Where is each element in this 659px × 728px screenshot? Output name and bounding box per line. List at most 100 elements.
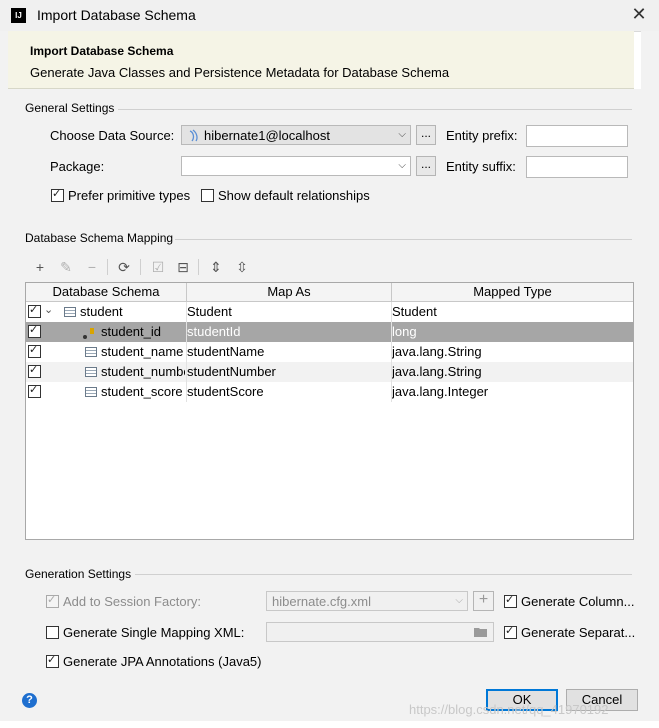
package-combo[interactable]: ⌵ (181, 156, 411, 176)
generate-separate-label: Generate Separat... (521, 625, 636, 640)
column-header-map-as[interactable]: Map As (187, 284, 391, 299)
map-as-cell[interactable]: studentId (187, 324, 387, 339)
column-divider (391, 302, 392, 402)
schema-mapping-table: Database Schema Map As Mapped Type ⌄ stu… (25, 282, 634, 540)
show-default-relationships-label: Show default relationships (218, 188, 370, 203)
chevron-down-icon[interactable]: ⌄ (44, 303, 53, 316)
generation-settings-title: Generation Settings (25, 567, 132, 581)
data-source-combo[interactable]: hibernate1@localhost ⌵ (181, 125, 411, 145)
generate-single-mapping-label: Generate Single Mapping XML: (63, 625, 245, 640)
map-as-cell[interactable]: studentScore (187, 384, 387, 399)
data-source-value: hibernate1@localhost (204, 128, 330, 143)
general-settings-separator (118, 109, 632, 110)
close-icon[interactable]: ✕ (629, 4, 649, 24)
table-row[interactable]: student_id studentId long (26, 322, 633, 342)
data-source-browse-button[interactable]: ... (416, 125, 436, 145)
row-checkbox[interactable] (28, 303, 41, 318)
add-icon[interactable]: + (32, 259, 48, 275)
mapping-separator (175, 239, 632, 240)
table-row[interactable]: student_number studentNumber java.lang.S… (26, 362, 633, 382)
table-icon (64, 307, 76, 317)
watermark: https://blog.csdn.net/qq_41970192 (409, 702, 609, 717)
entity-suffix-label: Entity suffix: (446, 159, 516, 174)
help-icon[interactable]: ? (22, 693, 37, 708)
chevron-down-icon: ⌵ (398, 160, 406, 171)
check-icon[interactable]: ☑ (150, 259, 166, 275)
generation-separator (135, 574, 632, 575)
folder-icon[interactable] (474, 627, 488, 638)
prefer-primitive-label: Prefer primitive types (68, 188, 191, 203)
column-icon (85, 387, 97, 397)
schema-name-cell: student_score (101, 384, 183, 399)
mapped-type-cell[interactable]: long (392, 324, 630, 339)
entity-suffix-input[interactable] (526, 156, 628, 178)
entity-prefix-input[interactable] (526, 125, 628, 147)
title-bar: IJ Import Database Schema ✕ (0, 0, 659, 32)
background-window-left (0, 31, 8, 721)
column-header-mapped-type[interactable]: Mapped Type (392, 284, 633, 299)
schema-name-cell: student_number (101, 364, 185, 379)
schema-name-cell: student_id (101, 324, 161, 339)
background-window-right (641, 31, 659, 721)
package-browse-button[interactable]: ... (416, 156, 436, 176)
header-subtitle: Generate Java Classes and Persistence Me… (30, 65, 450, 80)
row-checkbox[interactable] (28, 343, 41, 358)
collapse-all-icon[interactable]: ⇳ (234, 259, 250, 275)
remove-icon[interactable]: − (84, 259, 100, 275)
row-checkbox[interactable] (28, 323, 41, 338)
column-icon (85, 367, 97, 377)
column-icon (85, 347, 97, 357)
show-default-relationships-checkbox[interactable] (201, 189, 214, 202)
mapped-type-cell[interactable]: java.lang.String (392, 364, 630, 379)
window-title: Import Database Schema (37, 7, 196, 23)
add-factory-button[interactable]: + (473, 591, 494, 611)
dialog-header: Import Database Schema Generate Java Cla… (8, 31, 634, 89)
mapped-type-cell[interactable]: java.lang.Integer (392, 384, 630, 399)
session-factory-combo[interactable]: hibernate.cfg.xml ⌵ (266, 591, 468, 611)
row-checkbox[interactable] (28, 383, 41, 398)
chevron-down-icon: ⌵ (455, 595, 463, 606)
expand-all-icon[interactable]: ⇕ (208, 259, 224, 275)
toolbar-separator (140, 259, 141, 275)
column-header-database-schema[interactable]: Database Schema (26, 284, 186, 299)
primary-key-icon (83, 328, 94, 339)
mapping-section-title: Database Schema Mapping (25, 231, 174, 245)
entity-prefix-label: Entity prefix: (446, 128, 518, 143)
table-row[interactable]: ⌄ student Student Student (26, 302, 633, 322)
row-checkbox[interactable] (28, 363, 41, 378)
mapped-type-cell[interactable]: Student (392, 304, 630, 319)
table-row[interactable]: student_name studentName java.lang.Strin… (26, 342, 633, 362)
refresh-icon[interactable]: ⟳ (116, 259, 132, 275)
session-factory-value: hibernate.cfg.xml (272, 594, 371, 609)
single-mapping-path-field[interactable] (266, 622, 494, 642)
header-title: Import Database Schema (30, 44, 174, 58)
schema-name-cell: student (80, 304, 123, 319)
datasource-icon (189, 129, 198, 142)
import-schema-dialog: IJ Import Database Schema ✕ Import Datab… (0, 0, 659, 728)
generate-jpa-annotations-label: Generate JPA Annotations (Java5) (63, 654, 262, 669)
add-to-session-factory-checkbox[interactable] (46, 593, 59, 608)
intellij-logo-icon: IJ (11, 8, 26, 23)
toolbar-separator (198, 259, 199, 275)
chevron-down-icon: ⌵ (398, 129, 406, 140)
table-row[interactable]: student_score studentScore java.lang.Int… (26, 382, 633, 402)
mapped-type-cell[interactable]: java.lang.String (392, 344, 630, 359)
schema-name-cell: student_name (101, 344, 184, 359)
generate-single-mapping-checkbox[interactable] (46, 626, 59, 639)
collapse-box-icon[interactable]: ⊟ (175, 259, 191, 275)
column-divider (186, 302, 187, 402)
map-as-cell[interactable]: Student (187, 304, 387, 319)
generate-jpa-annotations-checkbox[interactable] (46, 653, 59, 668)
generate-columns-checkbox[interactable] (504, 593, 517, 608)
table-header: Database Schema Map As Mapped Type (26, 283, 633, 302)
prefer-primitive-checkbox[interactable] (51, 187, 64, 202)
edit-icon[interactable]: ✎ (58, 259, 74, 275)
data-source-label: Choose Data Source: (50, 128, 175, 143)
general-settings-title: General Settings (25, 101, 115, 115)
map-as-cell[interactable]: studentName (187, 344, 387, 359)
generate-separate-checkbox[interactable] (504, 624, 517, 639)
add-to-session-factory-label: Add to Session Factory: (63, 594, 202, 609)
toolbar-separator (107, 259, 108, 275)
generate-columns-label: Generate Column... (521, 594, 635, 609)
map-as-cell[interactable]: studentNumber (187, 364, 387, 379)
